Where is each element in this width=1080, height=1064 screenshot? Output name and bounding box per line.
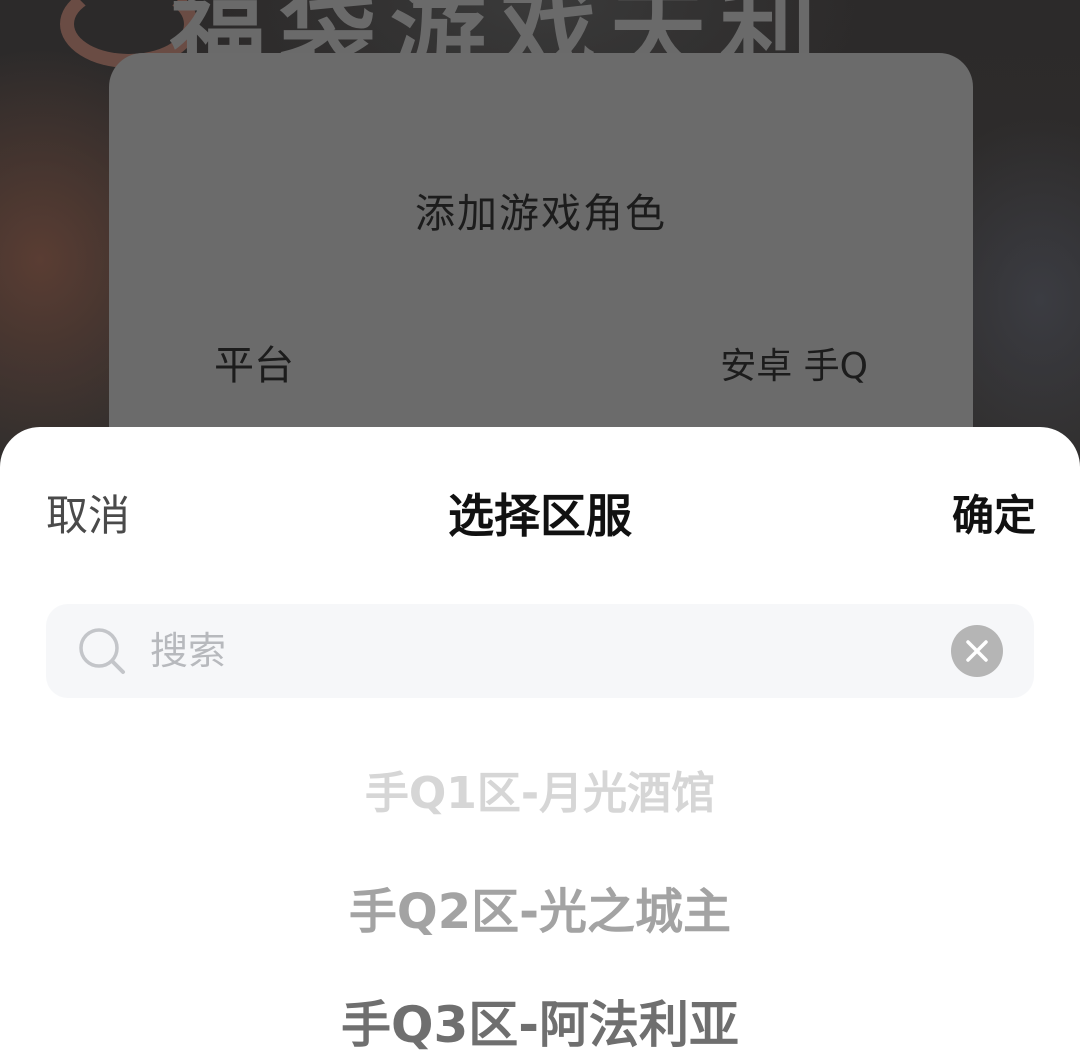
search-bar[interactable] bbox=[46, 604, 1034, 698]
platform-label: 平台 bbox=[214, 343, 294, 389]
server-option[interactable]: 手Q2区-光之城主 bbox=[0, 872, 1080, 942]
server-option[interactable]: 手Q3区-阿法利亚 bbox=[0, 985, 1080, 1057]
search-icon bbox=[78, 627, 126, 675]
search-input[interactable] bbox=[150, 604, 930, 698]
cancel-button[interactable]: 取消 bbox=[46, 482, 130, 543]
close-circle-icon[interactable] bbox=[951, 625, 1003, 677]
server-picker-sheet: 取消 选择区服 确定 手Q1区-月光酒馆 手Q2区-光之城主 手Q3区-阿法利亚 bbox=[0, 427, 1080, 1064]
server-option[interactable]: 手Q1区-月光酒馆 bbox=[0, 757, 1080, 821]
background-banner-text: 福袋游戏天利 bbox=[170, 0, 910, 54]
dialog-title: 添加游戏角色 bbox=[415, 191, 667, 237]
confirm-button[interactable]: 确定 bbox=[952, 482, 1036, 543]
sheet-title: 选择区服 bbox=[448, 489, 632, 543]
platform-value: 安卓 手Q bbox=[720, 346, 868, 387]
server-list: 手Q1区-月光酒馆 手Q2区-光之城主 手Q3区-阿法利亚 bbox=[0, 717, 1080, 1064]
platform-row: 平台 安卓 手Q bbox=[214, 333, 868, 389]
